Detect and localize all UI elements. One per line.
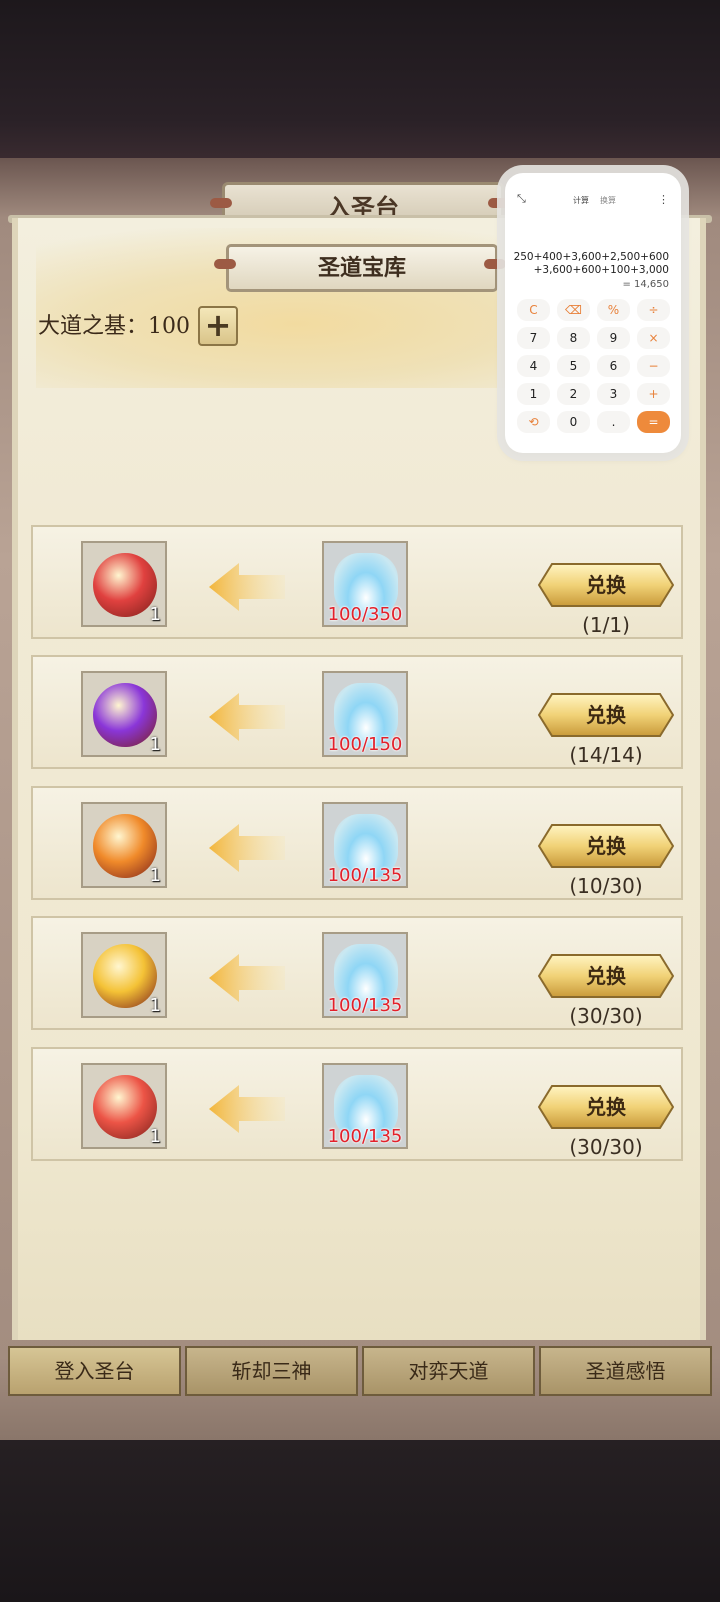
bottom-tab-bar: 登入圣台 斩却三神 对弈天道 圣道感悟 [8,1346,712,1396]
exchange-limit: (30/30) [569,1135,643,1159]
calc-key[interactable]: % [597,299,630,321]
cost-text: 100/135 [327,865,403,886]
plus-icon[interactable]: + [198,306,238,346]
panel-title: 圣道宝库 [226,244,498,292]
arrow-left-icon [209,954,285,1002]
exchange-button[interactable]: 兑换 [537,693,675,737]
cost-text: 100/350 [327,604,403,625]
purple-crystal-ball-icon [93,683,157,747]
tab-holy-insight[interactable]: 圣道感悟 [539,1346,712,1396]
cost-slot[interactable]: 100/150 [322,671,408,757]
exchange-button-label: 兑换 [586,1095,626,1119]
tab-duel-heaven[interactable]: 对弈天道 [362,1346,535,1396]
calc-key[interactable]: 9 [597,327,630,349]
calc-key[interactable]: ÷ [637,299,670,321]
exchange-button[interactable]: 兑换 [537,954,675,998]
item-slot[interactable]: 1 [81,541,167,627]
exchange-limit: (1/1) [582,613,630,637]
orange-sword-orb-icon [93,814,157,878]
panel-knob-left [214,259,236,269]
cost-text: 100/150 [327,734,403,755]
calc-key[interactable]: 0 [557,411,590,433]
calc-key[interactable]: 7 [517,327,550,349]
calc-expression: 250+400+3,600+2,500+600 +3,600+600+100+3… [513,251,669,276]
exchange-row: 1 100/350 兑换 (1/1) [31,525,683,639]
exchange-button-label: 兑换 [586,573,626,597]
exchange-button-label: 兑换 [586,834,626,858]
red-candle-orb-icon [93,1075,157,1139]
calc-result: = 14,650 [622,279,669,290]
calc-key[interactable]: 5 [557,355,590,377]
cost-slot[interactable]: 100/135 [322,802,408,888]
calc-key[interactable]: 8 [557,327,590,349]
expand-icon[interactable]: ⤡ [517,192,526,206]
tab-slay-three-gods[interactable]: 斩却三神 [185,1346,358,1396]
exchange-row: 1 100/135 兑换 (30/30) [31,916,683,1030]
item-slot[interactable]: 1 [81,671,167,757]
exchange-row: 1 100/135 兑换 (10/30) [31,786,683,900]
calc-tab-calculate[interactable]: 计算 [573,195,589,206]
calc-key[interactable]: 6 [597,355,630,377]
exchange-button[interactable]: 兑换 [537,824,675,868]
cost-text: 100/135 [327,1126,403,1147]
arrow-left-icon [209,563,285,611]
cost-slot[interactable]: 100/135 [322,1063,408,1149]
calculator-overlay: ⤡ 计算 换算 ⋮ 250+400+3,600+2,500+600 +3,600… [505,173,681,453]
calc-key[interactable]: + [637,383,670,405]
exchange-row: 1 100/135 兑换 (30/30) [31,1047,683,1161]
exchange-limit: (14/14) [569,743,643,767]
item-slot[interactable]: 1 [81,1063,167,1149]
arrow-left-icon [209,1085,285,1133]
item-quantity: 1 [149,734,161,755]
cost-slot[interactable]: 100/135 [322,932,408,1018]
calc-keypad: C ⌫% ÷ 7 8 9 × 4 5 6− 1 2 3 + ⟲ 0. = [517,299,671,433]
calc-key[interactable]: C [517,299,550,321]
item-slot[interactable]: 1 [81,932,167,1018]
calc-key[interactable]: × [637,327,670,349]
exchange-limit: (10/30) [569,874,643,898]
calc-key[interactable]: = [637,411,670,433]
golden-armor-orb-icon [93,944,157,1008]
item-slot[interactable]: 1 [81,802,167,888]
item-quantity: 1 [149,1126,161,1147]
arrow-left-icon [209,693,285,741]
tab-enter-holy-platform[interactable]: 登入圣台 [8,1346,181,1396]
exchange-button-label: 兑换 [586,703,626,727]
arrow-left-icon [209,824,285,872]
cost-text: 100/135 [327,995,403,1016]
exchange-button[interactable]: 兑换 [537,1085,675,1129]
exchange-button[interactable]: 兑换 [537,563,675,607]
calc-key[interactable]: 3 [597,383,630,405]
item-quantity: 1 [149,604,161,625]
calc-key[interactable]: − [637,355,670,377]
calc-key[interactable]: 4 [517,355,550,377]
exchange-button-label: 兑换 [586,964,626,988]
calc-tab-convert[interactable]: 换算 [600,195,616,206]
calc-key[interactable]: 2 [557,383,590,405]
calc-key[interactable]: ⌫ [557,299,590,321]
more-icon[interactable]: ⋮ [658,193,669,206]
calc-key[interactable]: 1 [517,383,550,405]
red-flame-orb-icon [93,553,157,617]
item-quantity: 1 [149,865,161,886]
title-knob-left [210,198,232,208]
foundation-label: 大道之基：100 [38,314,190,339]
calc-key[interactable]: . [597,411,630,433]
exchange-limit: (30/30) [569,1004,643,1028]
item-quantity: 1 [149,995,161,1016]
panel-knob-right [484,259,506,269]
calc-key[interactable]: ⟲ [517,411,550,433]
exchange-row: 1 100/150 兑换 (14/14) [31,655,683,769]
cost-slot[interactable]: 100/350 [322,541,408,627]
